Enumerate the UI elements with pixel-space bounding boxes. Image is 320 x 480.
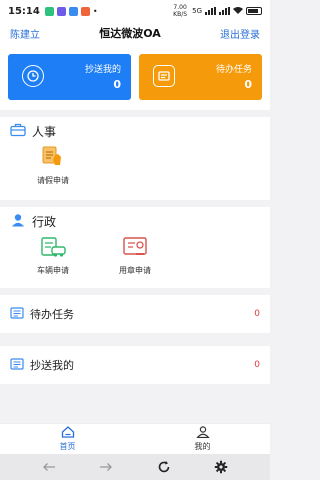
section-header: 行政 — [0, 207, 270, 235]
app-header: 陈建立 恒达微波OA 退出登录 — [0, 22, 270, 44]
signal-icon — [205, 7, 216, 15]
task-icon — [153, 65, 175, 87]
leave-icon — [39, 145, 67, 169]
vehicle-icon — [39, 235, 67, 259]
app-notification-icon — [56, 6, 66, 16]
settings-icon[interactable] — [209, 457, 233, 477]
status-time: 15:14 — [8, 5, 40, 17]
network-type: 5G — [192, 7, 202, 15]
tab-mine[interactable]: 我的 — [135, 424, 270, 454]
tab-label: 我的 — [194, 442, 211, 451]
network-speed: 7.00 KB/S — [173, 4, 188, 18]
admin-section: 行政 车辆申请 用章申请 — [0, 207, 270, 288]
forward-icon[interactable] — [94, 457, 118, 477]
app-notification-icon — [68, 6, 78, 16]
page-title: 恒达微波OA — [99, 27, 161, 40]
app-grid: 请假申请 — [0, 145, 270, 200]
tab-home[interactable]: 首页 — [0, 424, 135, 454]
user-icon — [195, 426, 210, 440]
battery-icon — [246, 7, 262, 15]
app-notification-icon — [80, 6, 90, 16]
tab-label: 首页 — [59, 442, 76, 451]
row-count: 0 — [254, 360, 260, 370]
app-label: 请假申请 — [37, 176, 69, 185]
list-icon — [10, 306, 24, 322]
browser-nav-bar — [0, 454, 270, 480]
current-user[interactable]: 陈建立 — [10, 26, 40, 41]
todo-row[interactable]: 待办任务 0 — [0, 295, 270, 333]
summary-cards: 抄送我的 0 待办任务 0 — [0, 44, 270, 110]
seal-icon — [121, 235, 149, 259]
section-header: 人事 — [0, 117, 270, 145]
bottom-tab-bar: 首页 我的 — [0, 423, 270, 454]
hr-section: 人事 请假申请 — [0, 117, 270, 200]
clock-icon — [22, 65, 44, 87]
app-label: 用章申请 — [119, 266, 151, 275]
todo-card[interactable]: 待办任务 0 — [139, 54, 262, 100]
row-count: 0 — [254, 309, 260, 319]
home-icon — [61, 426, 75, 440]
card-label: 待办任务 — [215, 65, 252, 75]
vehicle-request-app[interactable]: 车辆申请 — [0, 235, 106, 276]
refresh-icon[interactable] — [152, 457, 176, 477]
card-count: 0 — [244, 78, 252, 91]
signal-icon — [219, 7, 230, 15]
list-icon — [10, 357, 24, 373]
app-notification-icon — [44, 6, 54, 16]
seal-request-app[interactable]: 用章申请 — [106, 235, 164, 276]
more-notifications-dot: • — [92, 6, 98, 16]
app-label: 车辆申请 — [37, 266, 69, 275]
section-title: 行政 — [32, 214, 57, 229]
back-icon[interactable] — [37, 457, 61, 477]
card-label: 抄送我的 — [84, 65, 121, 75]
briefcase-icon — [10, 123, 26, 140]
status-bar: 15:14 • 7.00 KB/S 5G — [0, 0, 270, 22]
leave-request-app[interactable]: 请假申请 — [0, 145, 106, 186]
app-grid: 车辆申请 用章申请 — [0, 235, 270, 288]
row-label: 待办任务 — [30, 308, 74, 321]
logout-button[interactable]: 退出登录 — [220, 26, 260, 41]
wifi-icon — [233, 6, 243, 16]
row-label: 抄送我的 — [30, 359, 74, 372]
person-icon — [10, 213, 26, 230]
cc-to-me-card[interactable]: 抄送我的 0 — [8, 54, 131, 100]
cc-to-me-row[interactable]: 抄送我的 0 — [0, 346, 270, 384]
card-count: 0 — [113, 78, 121, 91]
section-title: 人事 — [32, 124, 57, 139]
